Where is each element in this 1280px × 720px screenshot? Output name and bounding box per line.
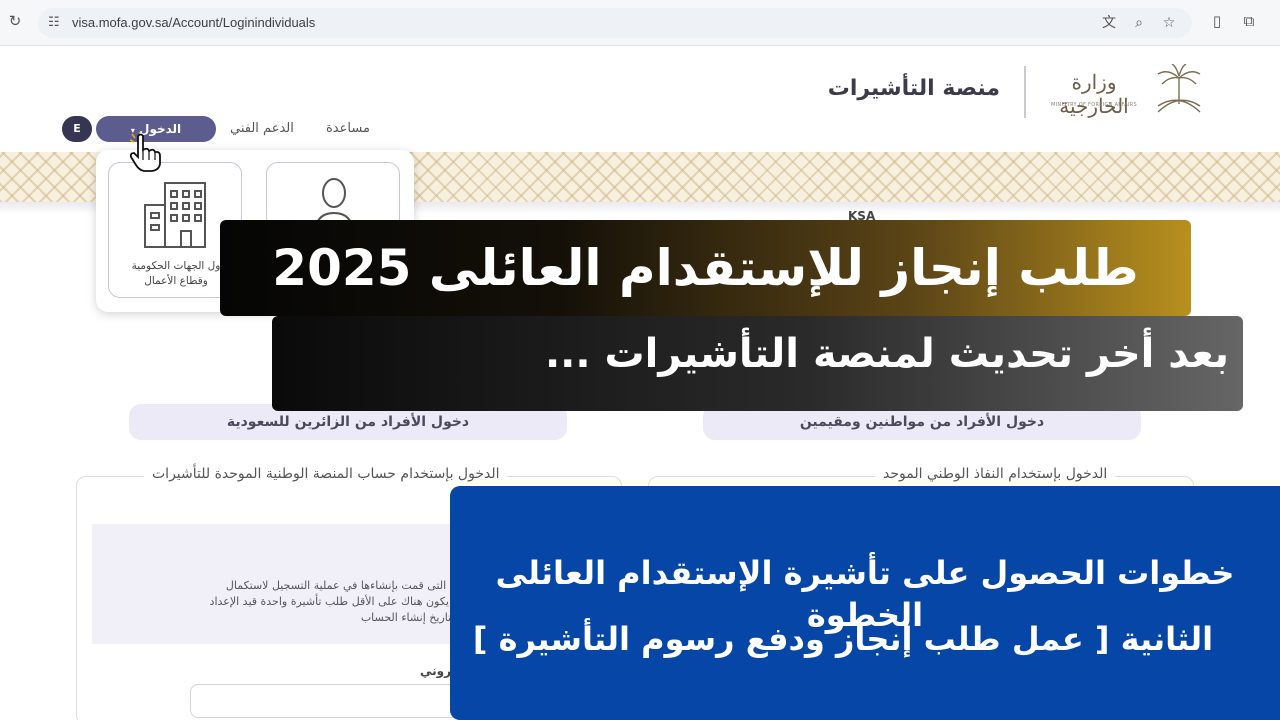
email-field-label: روني (420, 664, 452, 678)
url-text[interactable]: visa.mofa.gov.sa/Account/Loginindividual… (72, 15, 315, 31)
site-title: منصة التأشيرات (827, 76, 1000, 101)
steps-line2: الثانية [ عمل طلب إنجاز ودفع رسوم التأشي… (472, 620, 1214, 658)
extension-icon[interactable]: ▯ (1208, 12, 1226, 30)
nav-technical-support[interactable]: الدعم الفني (230, 121, 294, 136)
platform-legend: الدخول بإستخدام حساب المنصة الوطنية المو… (144, 466, 508, 482)
email-field[interactable] (190, 684, 490, 718)
info-line1: التسجيل التى قمت بإنشاءها في عملية التسج… (225, 579, 488, 592)
header-divider (1024, 66, 1026, 118)
nav-help[interactable]: مساعدة (326, 121, 370, 136)
reload-icon[interactable]: ↻ (6, 12, 24, 30)
tune-icon[interactable]: ☷ (48, 14, 60, 32)
palm-swords-emblem-icon (1157, 64, 1201, 113)
headline-banner: طلب إنجاز للإستقدام العائلى 2025 (220, 220, 1191, 316)
subheadline-banner: بعد أخر تحديث لمنصة التأشيرات ... (272, 316, 1243, 411)
ministry-name-en: MINISTRY OF FOREIGN AFFAIRS (1051, 102, 1137, 108)
puzzle-icon[interactable]: ⧉ (1240, 12, 1258, 30)
info-notice-text: التسجيل التى قمت بإنشاءها في عملية التسج… (96, 578, 488, 626)
ministry-name-ar: وزارة الخارجية (1059, 70, 1129, 118)
zoom-icon[interactable]: ⌕ (1130, 14, 1148, 32)
language-toggle[interactable]: E (62, 116, 92, 142)
hand-cursor-icon (129, 132, 161, 172)
steps-banner: خطوات الحصول على تأشيرة الإستقدام العائل… (450, 486, 1280, 720)
nafath-legend: الدخول بإستخدام النفاذ الوطني الموحد (875, 466, 1116, 482)
ministry-logo[interactable]: وزارة الخارجية MINISTRY OF FOREIGN AFFAI… (1044, 64, 1210, 120)
building-icon (144, 182, 206, 248)
address-bar[interactable]: ☷ visa.mofa.gov.sa/Account/Loginindividu… (38, 8, 1192, 38)
info-line3: يوم من تاريخ إنشاء الحساب (360, 611, 488, 624)
browser-toolbar: ↻ ☷ visa.mofa.gov.sa/Account/Loginindivi… (0, 0, 1280, 46)
bookmark-star-icon[interactable]: ☆ (1160, 14, 1178, 32)
info-line2: يجب أن يكون هناك على الأقل طلب تأشيرة وا… (209, 595, 488, 608)
translate-icon[interactable]: 文 (1100, 14, 1118, 32)
